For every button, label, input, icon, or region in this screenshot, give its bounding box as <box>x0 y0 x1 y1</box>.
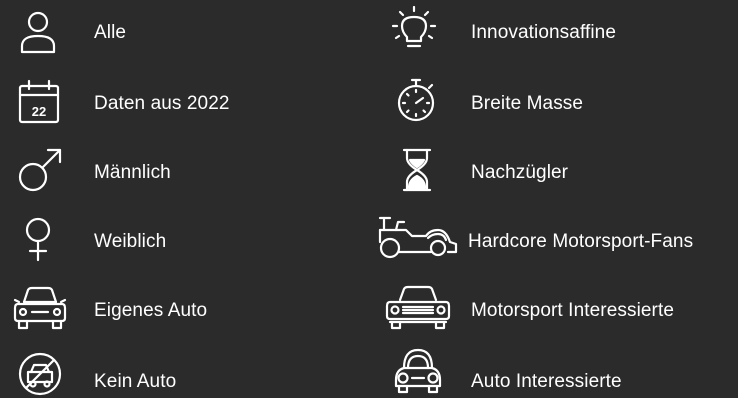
hourglass-icon <box>393 146 441 194</box>
stopwatch-icon <box>393 76 441 124</box>
legend-label: Breite Masse <box>471 93 584 114</box>
male-symbol-icon <box>16 146 64 194</box>
legend-label: Kein Auto <box>94 371 177 392</box>
legend-label: Eigenes Auto <box>94 300 208 321</box>
person-icon <box>14 8 62 56</box>
icon-legend: Alle 22 Daten aus 2022 Männlich Weiblich… <box>0 0 738 398</box>
legend-label: Innovationsaffine <box>471 22 617 43</box>
calendar-icon: 22 <box>16 78 64 126</box>
legend-label: Daten aus 2022 <box>94 93 230 114</box>
legend-label: Alle <box>94 22 127 43</box>
legend-label: Motorsport Interessierte <box>471 300 675 321</box>
car-front-icon <box>10 284 67 332</box>
lightbulb-icon <box>390 6 438 54</box>
female-symbol-icon <box>16 215 64 263</box>
legend-label: Weiblich <box>94 231 167 252</box>
beetle-car-icon <box>390 346 442 394</box>
legend-label: Hardcore Motorsport-Fans <box>468 231 694 252</box>
calendar-icon-text: 22 <box>32 104 46 119</box>
legend-label: Nachzügler <box>471 162 569 183</box>
race-car-icon <box>376 212 458 260</box>
muscle-car-icon <box>384 284 451 332</box>
no-car-icon <box>16 350 64 398</box>
legend-label: Auto Interessierte <box>471 371 622 392</box>
legend-label: Männlich <box>94 162 171 183</box>
